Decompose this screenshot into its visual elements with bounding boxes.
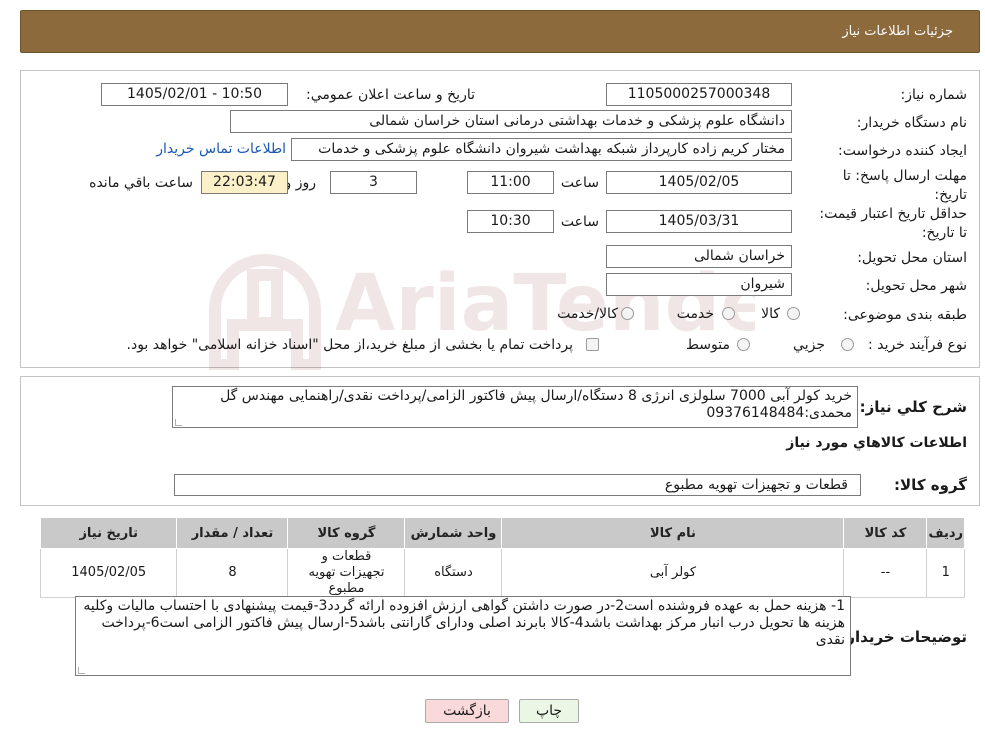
col-date: تاريخ نياز [39,517,178,549]
col-unit: واحد شمارش [404,517,503,549]
buyer-notes-textarea[interactable]: 1- هزینه حمل به عهده فروشنده است2-در صور… [75,596,851,676]
announce-field: 1405/02/01 - 10:50 [101,83,288,106]
deadline-date-field: 1405/02/05 [606,171,792,194]
validity-time-label: ساعت [560,214,599,230]
deadline-time-label: ساعت [560,175,599,191]
resize-grip-icon[interactable] [175,419,182,426]
category-service-radio[interactable] [722,307,735,320]
col-row: رديف [926,517,965,549]
table-header-row: رديف كد كالا نام كالا واحد شمارش گروه كا… [39,517,965,549]
buyer-field: دانشگاه علوم پزشكی و خدمات بهداشتی درمان… [230,110,792,133]
page-header: جزئیات اطلاعات نیاز [20,10,980,53]
cell-group: قطعات و تجهیزات تهویه مطبوع [287,548,406,598]
col-code: كد كالا [843,517,928,549]
buyer-label: نام دستگاه خريدار: [856,115,967,131]
process-medium-radio[interactable] [737,338,750,351]
category-both-radio[interactable] [621,307,634,320]
buyer-notes-label: توضيحات خريدار: [840,628,967,646]
process-label: نوع فرآيند خريد : [868,337,967,353]
summary-text: خرید کولر آبی 7000 سلولزی انرژی 8 دستگاه… [220,388,852,421]
table-row: 1 -- كولر آبی دستگاه قطعات و تجهیزات تهو… [39,548,965,598]
city-field: شیروان [606,273,792,296]
process-minor-radio[interactable] [841,338,854,351]
cell-code: -- [843,548,928,598]
treasury-checkbox[interactable] [586,338,599,351]
cell-unit: دستگاه [404,548,503,598]
validity-label: حداقل تاريخ اعتبار قيمت: تا تاريخ: [819,206,967,241]
print-button[interactable]: چاپ [519,699,579,723]
buyer-notes-text: 1- هزینه حمل به عهده فروشنده است2-در صور… [83,598,845,648]
category-both-label: كالا/خدمت [557,306,618,322]
category-label: طبقه بندی موضوعی: [843,307,967,323]
deadline-label: مهلت ارسال پاسخ: تا تاريخ: [842,168,967,203]
page-title: جزئیات اطلاعات نیاز [842,24,953,39]
summary-textarea[interactable]: خرید کولر آبی 7000 سلولزی انرژی 8 دستگاه… [172,386,858,428]
announce-label: تاريخ و ساعت اعلان عمومي: [306,87,475,103]
category-goods-label: كالا [761,306,780,322]
cell-date: 1405/02/05 [39,548,178,598]
remaining-time-field: 22:03:47 [201,171,288,194]
process-minor-label: جزيي [793,337,825,353]
summary-label: شرح كلي نياز: [859,398,967,416]
process-medium-label: متوسط [686,337,730,353]
validity-date-field: 1405/03/31 [606,210,792,233]
category-service-label: خدمت [676,306,714,322]
category-goods-radio[interactable] [787,307,800,320]
deadline-time-field: 11:00 [467,171,554,194]
validity-time-field: 10:30 [467,210,554,233]
cell-qty: 8 [176,548,289,598]
col-group: گروه كالا [287,517,406,549]
buyer-contact-link[interactable]: اطلاعات تماس خريدار [156,141,286,157]
creator-field: مختار کریم زاده کارپرداز شبکه بهداشت شیر… [291,138,792,161]
remaining-label: ساعت باقي مانده [89,175,193,191]
province-label: استان محل تحويل: [857,250,967,266]
creator-label: ايجاد كننده درخواست: [838,143,967,159]
goods-group-label: گروه كالا: [894,476,967,494]
city-label: شهر محل تحويل: [865,278,967,294]
goods-group-field: قطعات و تجهیزات تهویه مطبوع [174,474,861,496]
process-note: پرداخت تمام يا بخشی از مبلغ خريد،از محل … [126,337,573,353]
cell-row: 1 [926,548,965,598]
days-label: روز و [284,175,317,191]
back-button[interactable]: بازگشت [425,699,509,723]
goods-info-heading: اطلاعات كالاهاي مورد نياز [786,435,967,451]
items-table: رديف كد كالا نام كالا واحد شمارش گروه كا… [39,517,965,598]
resize-grip-icon[interactable] [78,667,85,674]
days-field: 3 [330,171,417,194]
col-name: نام كالا [501,517,845,549]
cell-name: كولر آبی [501,548,845,598]
province-field: خراسان شمالی [606,245,792,268]
need-number-field: 1105000257000348 [606,83,792,106]
need-number-label: شماره نیاز: [900,87,968,103]
col-qty: تعداد / مقدار [176,517,289,549]
